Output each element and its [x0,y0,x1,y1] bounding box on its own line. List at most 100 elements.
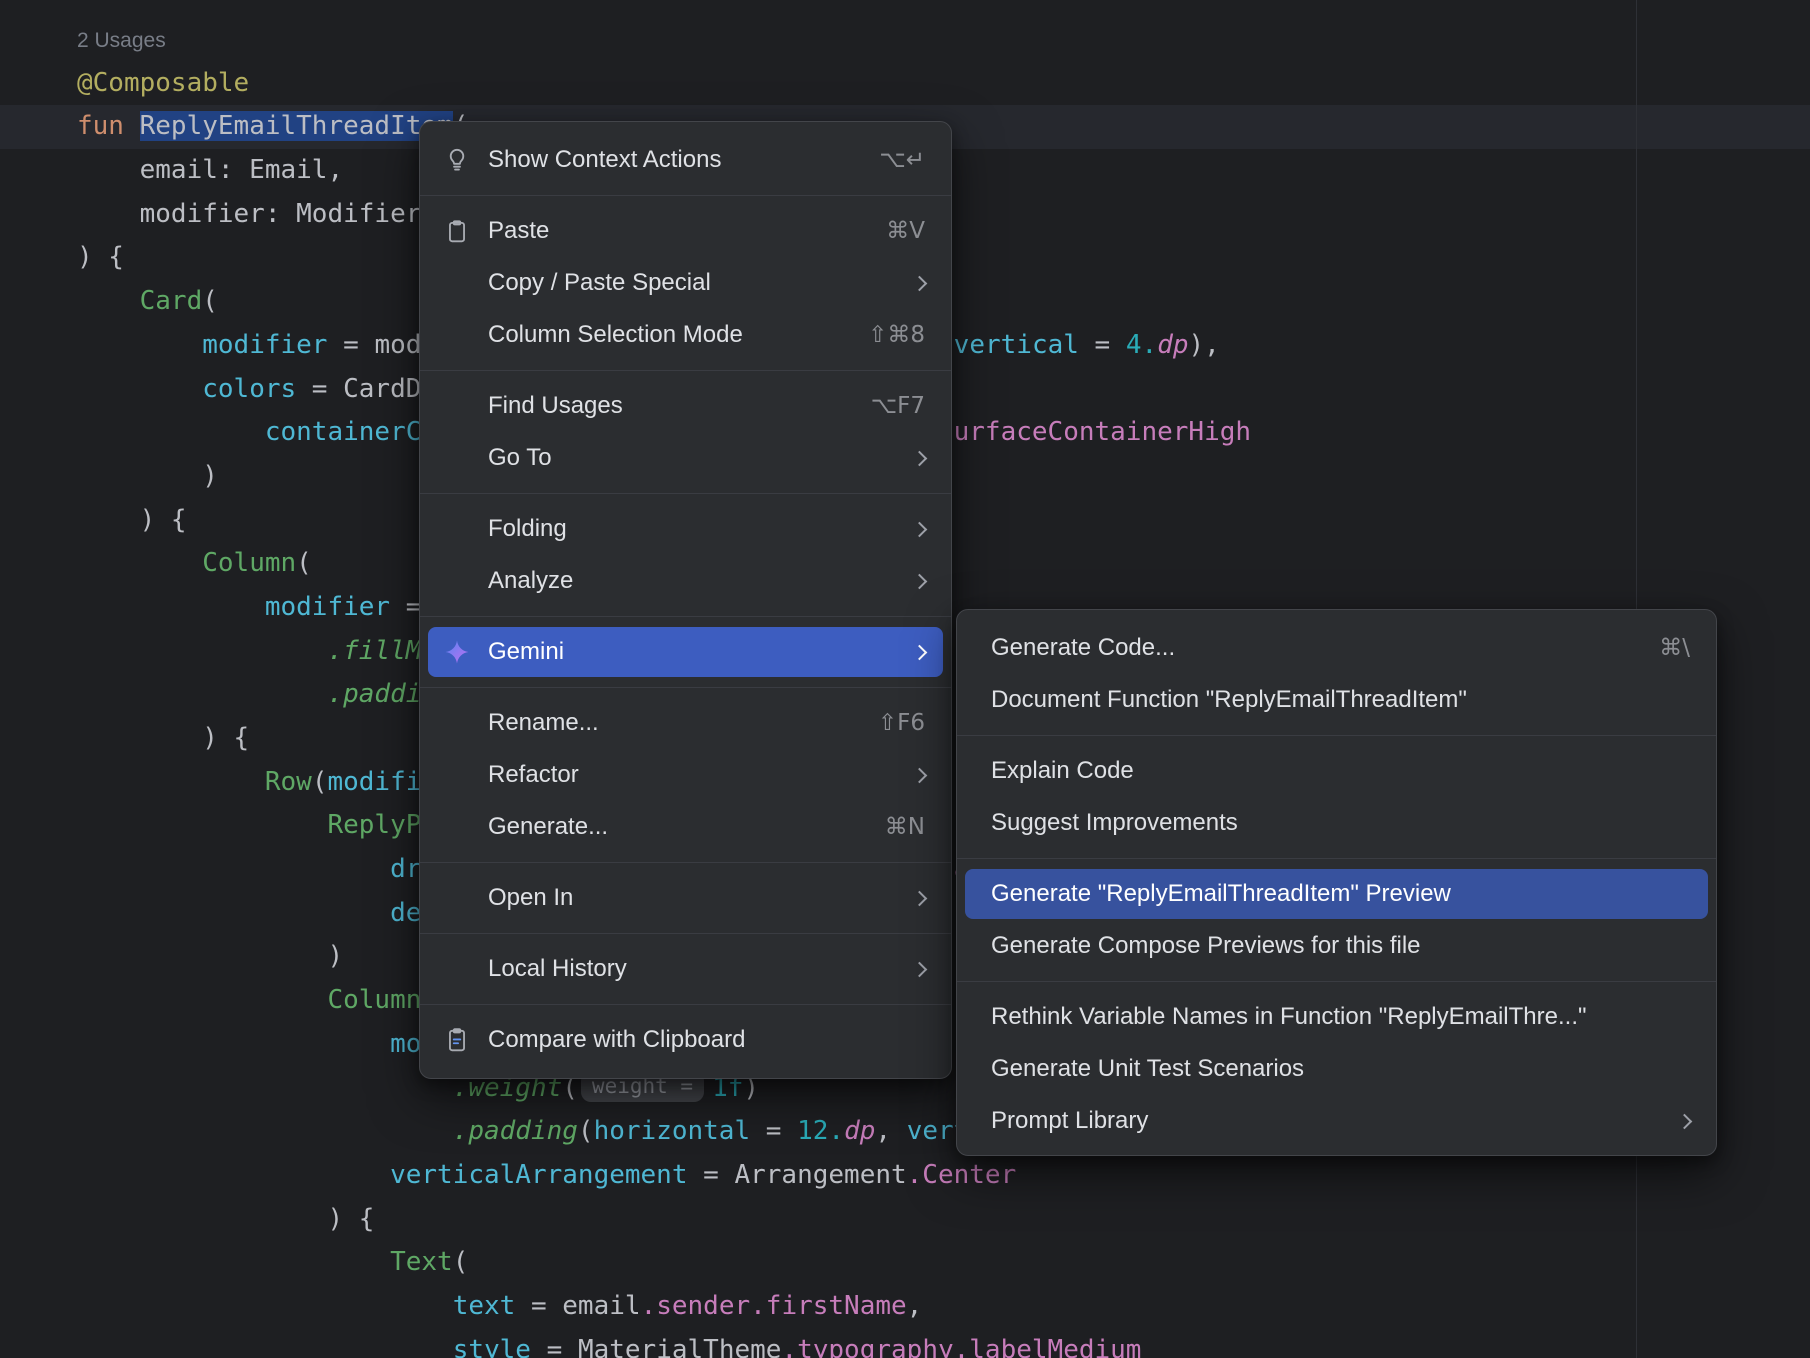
code-token [77,767,265,797]
code-token: verticalArrangement [390,1160,687,1190]
menu-item-show-context-actions[interactable]: Show Context Actions⌥↵ [420,134,951,186]
menu-separator [420,370,951,371]
code-token: ) { [77,505,187,535]
code-token: ), [1189,330,1220,360]
menu-item-label: Show Context Actions [488,146,849,174]
menu-item-copy-paste-special[interactable]: Copy / Paste Special [420,257,951,309]
code-token [77,1247,390,1277]
code-token: ) { [77,1204,374,1234]
code-token: ) { [77,723,249,753]
menu-separator [420,687,951,688]
code-token [77,592,265,622]
code-token [77,810,327,840]
code-token: Text [390,1247,453,1277]
code-token: dp [1157,330,1188,360]
submenu-arrow-icon [912,961,928,977]
code-token [77,679,327,709]
code-token: , [907,1291,923,1321]
menu-item-paste[interactable]: Paste ⌘V [420,205,951,257]
menu-item-label: Column Selection Mode [488,321,838,349]
menu-item-rename[interactable]: Rename... ⇧F6 [420,697,951,749]
menu-item-label: Paste [488,217,856,245]
menu-item-label: Refactor [488,761,884,789]
code-token: ( [578,1116,594,1146]
menu-item-label: Rename... [488,709,848,737]
menu-item-label: Go To [488,444,884,472]
submenu-arrow-icon [1677,1113,1693,1129]
code-token: 4. [1126,330,1157,360]
menu-item-open-in[interactable]: Open In [420,872,951,924]
usages-hint[interactable]: 2 Usages [77,29,166,52]
menu-item-prompt-library[interactable]: Prompt Library [957,1095,1716,1147]
menu-item-generate-unit-test-scenarios[interactable]: Generate Unit Test Scenarios [957,1043,1716,1095]
menu-item-generate-replyemailthreaditem-preview[interactable]: Generate "ReplyEmailThreadItem" Preview [957,868,1716,920]
code-token: = [515,1291,562,1321]
code-token [77,286,140,316]
menu-item-document-function-replyemailthreaditem[interactable]: Document Function "ReplyEmailThreadItem" [957,674,1716,726]
menu-item-generate-compose-previews-for-this-file[interactable]: Generate Compose Previews for this file [957,920,1716,972]
menu-item-rethink-variable-names-in-function-replyem[interactable]: Rethink Variable Names in Function "Repl… [957,991,1716,1043]
shortcut-hint: ⇧F6 [878,710,925,736]
code-token: email [562,1291,640,1321]
menu-item-generate-code[interactable]: Generate Code...⌘\ [957,622,1716,674]
menu-item-refactor[interactable]: Refactor [420,749,951,801]
code-line[interactable]: ) { [77,1198,1810,1242]
code-token: dp [844,1116,875,1146]
menu-separator [420,862,951,863]
gemini-submenu: Generate Code...⌘\Document Function "Rep… [956,609,1717,1156]
code-token: modifier [202,330,327,360]
code-token [77,1160,390,1190]
menu-item-label: Explain Code [991,757,1690,785]
code-token: colors [202,374,296,404]
code-token [77,374,202,404]
code-token: ( [312,767,328,797]
menu-item-compare-with-clipboard[interactable]: Compare with Clipboard [420,1014,951,1066]
menu-item-gemini[interactable]: Gemini [420,626,951,678]
code-token [77,1335,453,1358]
menu-item-folding[interactable]: Folding [420,503,951,555]
menu-separator [957,981,1716,982]
paste-icon [444,218,470,244]
menu-item-analyze[interactable]: Analyze [420,555,951,607]
code-line[interactable]: text = email.sender.firstName, [77,1285,1810,1329]
menu-item-generate[interactable]: Generate...⌘N [420,801,951,853]
code-token: fun [77,111,140,141]
code-line[interactable]: @Composable [77,62,1810,106]
menu-item-find-usages[interactable]: Find Usages ⌥F7 [420,380,951,432]
code-token: = [750,1116,797,1146]
code-token: MaterialTheme [578,1335,782,1358]
menu-item-go-to[interactable]: Go To [420,432,951,484]
code-token: = [1079,330,1126,360]
shortcut-hint: ⌘V [886,218,925,244]
code-token: = [688,1160,735,1190]
code-token: .padding [453,1116,578,1146]
menu-item-suggest-improvements[interactable]: Suggest Improvements [957,797,1716,849]
shortcut-hint: ⌥F7 [871,393,925,419]
menu-item-local-history[interactable]: Local History [420,943,951,995]
menu-item-label: Local History [488,955,884,983]
code-line[interactable]: 2 Usages [77,18,1810,62]
submenu-arrow-icon [912,275,928,291]
code-token [77,548,202,578]
menu-item-explain-code[interactable]: Explain Code [957,745,1716,797]
code-token: Row [265,767,312,797]
menu-item-label: Suggest Improvements [991,809,1690,837]
menu-item-label: Find Usages [488,392,841,420]
code-token: horizontal [594,1116,751,1146]
code-token [77,636,327,666]
code-token: vertical [954,330,1079,360]
code-token: modifier [265,592,390,622]
code-token: text [453,1291,516,1321]
menu-separator [420,493,951,494]
code-token: = [296,374,343,404]
code-token: Card [140,286,203,316]
submenu-arrow-icon [912,450,928,466]
menu-item-column-selection-mode[interactable]: Column Selection Mode⇧⌘8 [420,309,951,361]
code-line[interactable]: style = MaterialTheme.typography.labelMe… [77,1329,1810,1358]
code-line[interactable]: Text( [77,1241,1810,1285]
code-token [77,1073,453,1103]
code-token: ( [453,1247,469,1277]
menu-item-label: Generate Compose Previews for this file [991,932,1690,960]
code-token: .Center [907,1160,1017,1190]
code-line[interactable]: verticalArrangement = Arrangement.Center [77,1154,1810,1198]
